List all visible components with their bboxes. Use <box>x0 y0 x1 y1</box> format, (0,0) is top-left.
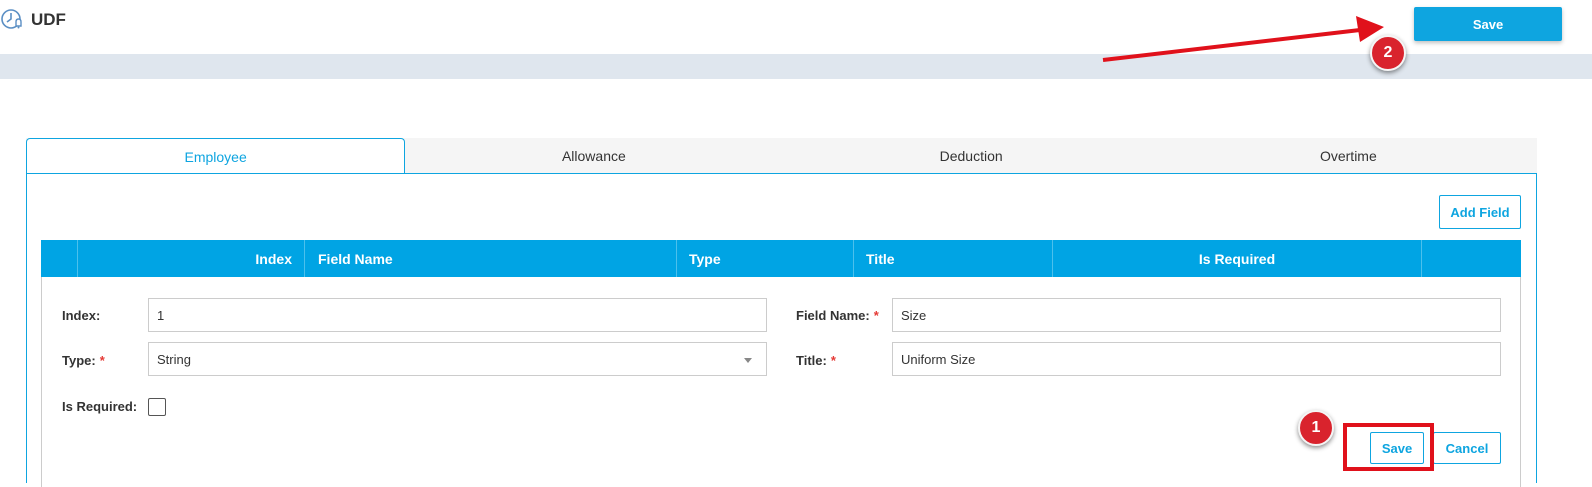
grid-col-index[interactable]: Index <box>78 240 305 277</box>
field-name-label: Field Name: * <box>796 308 879 323</box>
save-button[interactable]: Save <box>1414 7 1562 41</box>
header-band <box>0 54 1592 79</box>
annotation-badge-1: 1 <box>1298 410 1334 446</box>
is-required-label: Is Required: <box>62 399 138 414</box>
grid-col-title[interactable]: Title <box>854 240 1053 277</box>
tab-allowance[interactable]: Allowance <box>405 138 782 174</box>
clock-bell-icon <box>1 9 22 29</box>
grid-col-select <box>41 240 78 277</box>
grid-col-is-required[interactable]: Is Required <box>1053 240 1422 277</box>
tab-overtime[interactable]: Overtime <box>1160 138 1537 174</box>
grid-col-field-name[interactable]: Field Name <box>305 240 677 277</box>
grid-header: Index Field Name Type Title Is Required <box>41 240 1521 277</box>
chevron-down-icon[interactable] <box>744 358 752 363</box>
type-select[interactable]: String <box>148 342 767 376</box>
tab-employee[interactable]: Employee <box>26 138 406 175</box>
row-cancel-button[interactable]: Cancel <box>1433 432 1501 464</box>
annotation-badge-2: 2 <box>1370 35 1406 71</box>
title-label: Title: * <box>796 353 836 368</box>
tab-deduction[interactable]: Deduction <box>783 138 1160 174</box>
type-label: Type: * <box>62 353 105 368</box>
type-select-value: String <box>157 351 191 367</box>
top-bar: UDF Save <box>0 0 1592 54</box>
highlight-box <box>1343 423 1434 471</box>
grid-col-type[interactable]: Type <box>677 240 854 277</box>
field-name-field[interactable]: Size <box>892 298 1501 332</box>
add-field-button[interactable]: Add Field <box>1439 195 1521 229</box>
title-field[interactable]: Uniform Size <box>892 342 1501 376</box>
index-field[interactable]: 1 <box>148 298 767 332</box>
index-label: Index: <box>62 308 101 323</box>
tab-bar: Employee Allowance Deduction Overtime <box>26 138 1537 175</box>
is-required-checkbox[interactable] <box>148 398 166 416</box>
grid-col-actions <box>1422 240 1521 277</box>
page-title: UDF <box>31 10 66 29</box>
